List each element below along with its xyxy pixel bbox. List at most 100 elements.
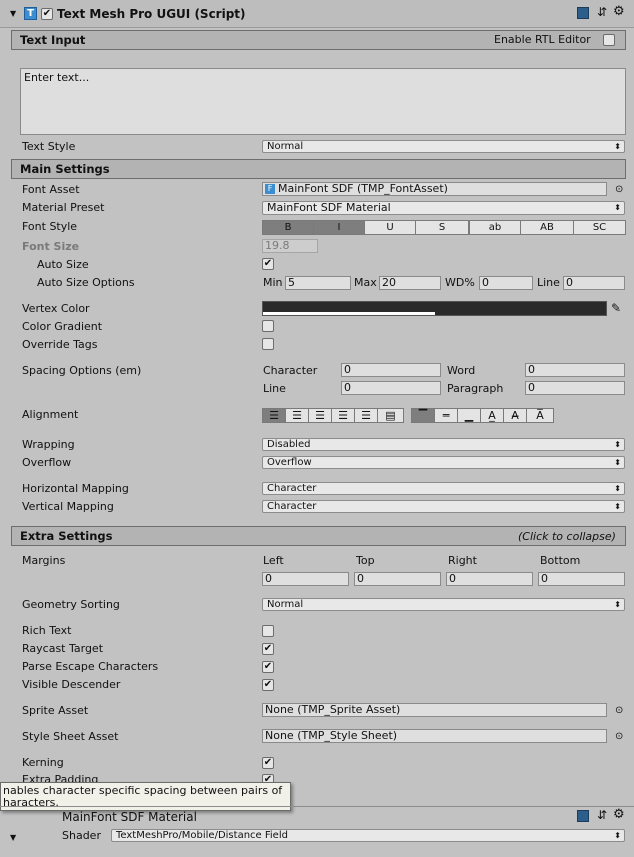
collapse-hint[interactable]: (Click to collapse) [518, 530, 616, 543]
font-size-field: 19.8 [262, 239, 318, 253]
auto-size-label: Auto Size [37, 258, 89, 271]
raycast-target-checkbox[interactable]: ✔ [262, 643, 274, 655]
material-title: MainFont SDF Material [62, 810, 197, 824]
vertical-mapping-label: Vertical Mapping [22, 500, 114, 513]
word-spacing-field[interactable]: 0 [525, 363, 625, 377]
valign-baseline-icon[interactable]: A̲ [480, 408, 504, 423]
valign-middle-icon[interactable]: ═ [434, 408, 458, 423]
character-spacing-field[interactable]: 0 [341, 363, 441, 377]
rtl-editor-checkbox[interactable] [603, 34, 615, 46]
wd-field[interactable]: 0 [479, 276, 533, 290]
kerning-label: Kerning [22, 756, 64, 769]
presets-icon[interactable]: ⇵ [597, 5, 607, 19]
rich-text-checkbox[interactable] [262, 625, 274, 637]
settings-gear-icon[interactable]: ⚙ [613, 4, 625, 19]
foldout-arrow[interactable]: ▼ [10, 9, 16, 18]
sprite-asset-label: Sprite Asset [22, 704, 89, 717]
visible-descender-checkbox[interactable]: ✔ [262, 679, 274, 691]
override-tags-checkbox[interactable] [262, 338, 274, 350]
rtl-editor-label: Enable RTL Editor [494, 33, 591, 46]
material-foldout-arrow[interactable]: ▼ [10, 833, 16, 842]
valign-top-icon[interactable]: ▔ [411, 408, 435, 423]
margin-top-label: Top [356, 554, 375, 567]
valign-midline-icon[interactable]: A̶ [503, 408, 527, 423]
dropdown-arrow-icon: ⬍ [614, 502, 621, 511]
wrapping-dropdown[interactable]: Disabled ⬍ [262, 438, 625, 451]
horizontal-mapping-label: Horizontal Mapping [22, 482, 129, 495]
geometry-sorting-value: Normal [267, 599, 304, 610]
alignment-label: Alignment [22, 408, 79, 421]
lowercase-button[interactable]: ab [469, 220, 521, 235]
object-picker-icon[interactable]: ⊙ [615, 731, 623, 742]
font-asset-field[interactable]: F MainFont SDF (TMP_FontAsset) [262, 182, 607, 196]
max-field[interactable]: 20 [379, 276, 441, 290]
align-right-icon[interactable]: ☰ [308, 408, 332, 423]
color-gradient-checkbox[interactable] [262, 320, 274, 332]
settings-gear-icon[interactable]: ⚙ [613, 807, 625, 822]
margin-bottom-label: Bottom [540, 554, 581, 567]
object-picker-icon[interactable]: ⊙ [615, 705, 623, 716]
raycast-target-label: Raycast Target [22, 642, 104, 655]
sprite-asset-field[interactable]: None (TMP_Sprite Asset) [262, 703, 607, 717]
align-flush-icon[interactable]: ☰ [354, 408, 378, 423]
eyedropper-icon[interactable]: ✎ [611, 301, 621, 315]
valign-bottom-icon[interactable]: ▁ [457, 408, 481, 423]
align-left-icon[interactable]: ☰ [262, 408, 286, 423]
overflow-label: Overflow [22, 456, 72, 469]
dropdown-arrow-icon: ⬍ [614, 458, 621, 467]
text-input-area[interactable]: Enter text... [20, 68, 626, 135]
font-asset-value: MainFont SDF (TMP_FontAsset) [278, 182, 448, 195]
underline-button[interactable]: U [364, 220, 416, 235]
presets-icon[interactable]: ⇵ [597, 808, 607, 822]
valign-capline-icon[interactable]: A̅ [526, 408, 554, 423]
margins-label: Margins [22, 554, 66, 567]
margin-right-field[interactable]: 0 [446, 572, 533, 586]
shader-label: Shader [62, 829, 101, 842]
kerning-checkbox[interactable]: ✔ [262, 757, 274, 769]
style-sheet-field[interactable]: None (TMP_Style Sheet) [262, 729, 607, 743]
shader-value: TextMeshPro/Mobile/Distance Field [116, 830, 288, 841]
component-enabled-checkbox[interactable]: ✔ [41, 8, 53, 20]
margin-bottom-field[interactable]: 0 [538, 572, 625, 586]
auto-size-checkbox[interactable]: ✔ [262, 258, 274, 270]
line-spacing-field[interactable]: 0 [341, 381, 441, 395]
min-field[interactable]: 5 [285, 276, 351, 290]
main-settings-title: Main Settings [20, 162, 110, 176]
horizontal-mapping-dropdown[interactable]: Character ⬍ [262, 482, 625, 495]
overflow-dropdown[interactable]: Overflow ⬍ [262, 456, 625, 469]
character-spacing-label: Character [263, 364, 318, 377]
vertex-color-swatch[interactable] [262, 301, 607, 316]
font-asset-icon: F [265, 184, 275, 194]
text-style-dropdown[interactable]: Normal ⬍ [262, 140, 625, 153]
align-geometry-center-icon[interactable]: ▤ [377, 408, 404, 423]
paragraph-spacing-field[interactable]: 0 [525, 381, 625, 395]
auto-size-options-label: Auto Size Options [37, 276, 135, 289]
italic-button[interactable]: I [313, 220, 365, 235]
smallcaps-button[interactable]: SC [573, 220, 626, 235]
material-preset-dropdown[interactable]: MainFont SDF Material ⬍ [262, 201, 625, 215]
vertex-color-label: Vertex Color [22, 302, 90, 315]
dropdown-arrow-icon: ⬍ [614, 203, 621, 212]
text-style-label: Text Style [22, 140, 76, 153]
strikethrough-button[interactable]: S [415, 220, 469, 235]
shader-dropdown[interactable]: TextMeshPro/Mobile/Distance Field ⬍ [111, 829, 625, 842]
override-tags-label: Override Tags [22, 338, 98, 351]
paragraph-spacing-label: Paragraph [447, 382, 504, 395]
margin-left-field[interactable]: 0 [262, 572, 349, 586]
vertical-mapping-dropdown[interactable]: Character ⬍ [262, 500, 625, 513]
line-field[interactable]: 0 [563, 276, 625, 290]
help-book-icon[interactable] [577, 810, 589, 822]
dropdown-arrow-icon: ⬍ [614, 600, 621, 609]
parse-escape-checkbox[interactable]: ✔ [262, 661, 274, 673]
align-justified-icon[interactable]: ☰ [331, 408, 355, 423]
text-style-value: Normal [267, 141, 304, 152]
bold-button[interactable]: B [262, 220, 314, 235]
line-label: Line [537, 276, 560, 289]
uppercase-button[interactable]: AB [520, 220, 574, 235]
object-picker-icon[interactable]: ⊙ [615, 184, 623, 195]
main-settings-header[interactable]: Main Settings [11, 159, 626, 179]
geometry-sorting-dropdown[interactable]: Normal ⬍ [262, 598, 625, 611]
align-center-icon[interactable]: ☰ [285, 408, 309, 423]
margin-top-field[interactable]: 0 [354, 572, 441, 586]
help-book-icon[interactable] [577, 7, 589, 19]
